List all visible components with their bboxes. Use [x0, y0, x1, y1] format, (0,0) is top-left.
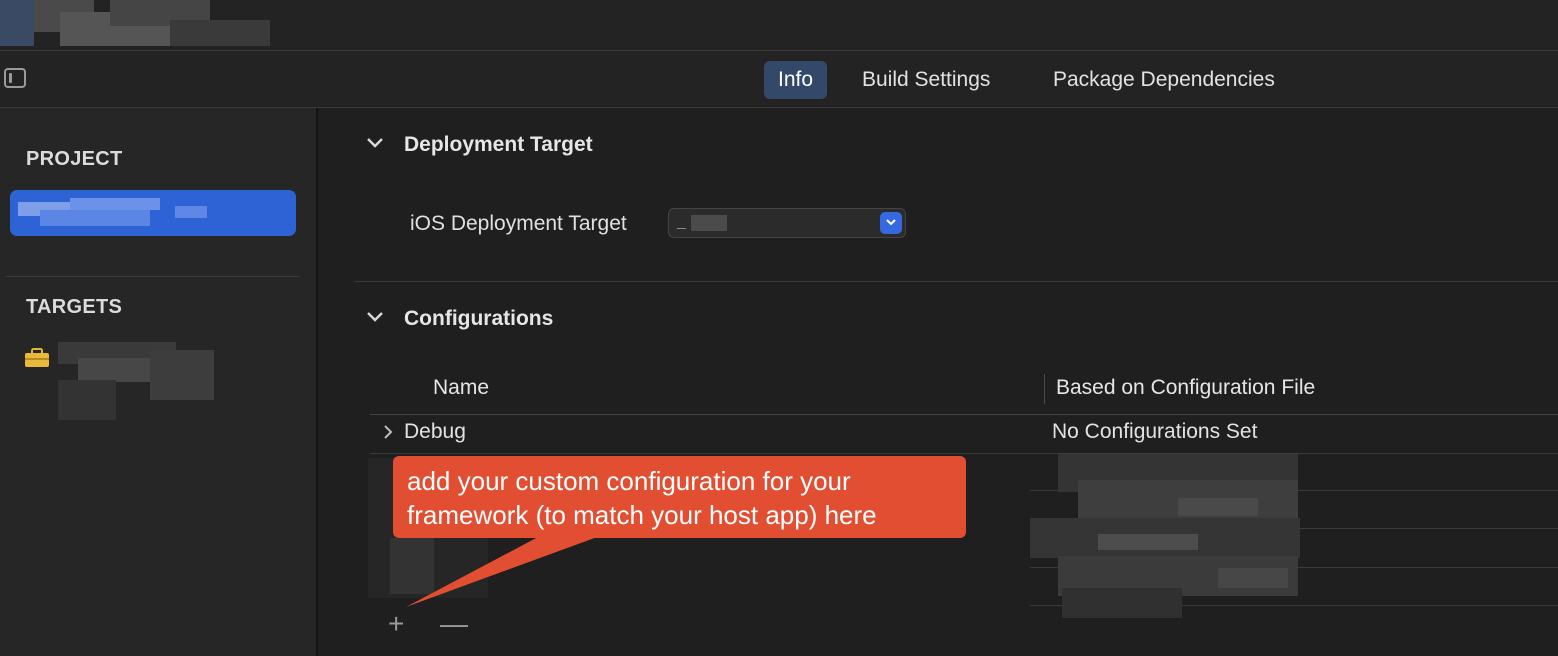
callout-tail — [406, 536, 600, 607]
annotation-callout: add your custom configuration for your f… — [393, 456, 966, 538]
annotation-callout-text: add your custom configuration for your f… — [407, 466, 877, 530]
